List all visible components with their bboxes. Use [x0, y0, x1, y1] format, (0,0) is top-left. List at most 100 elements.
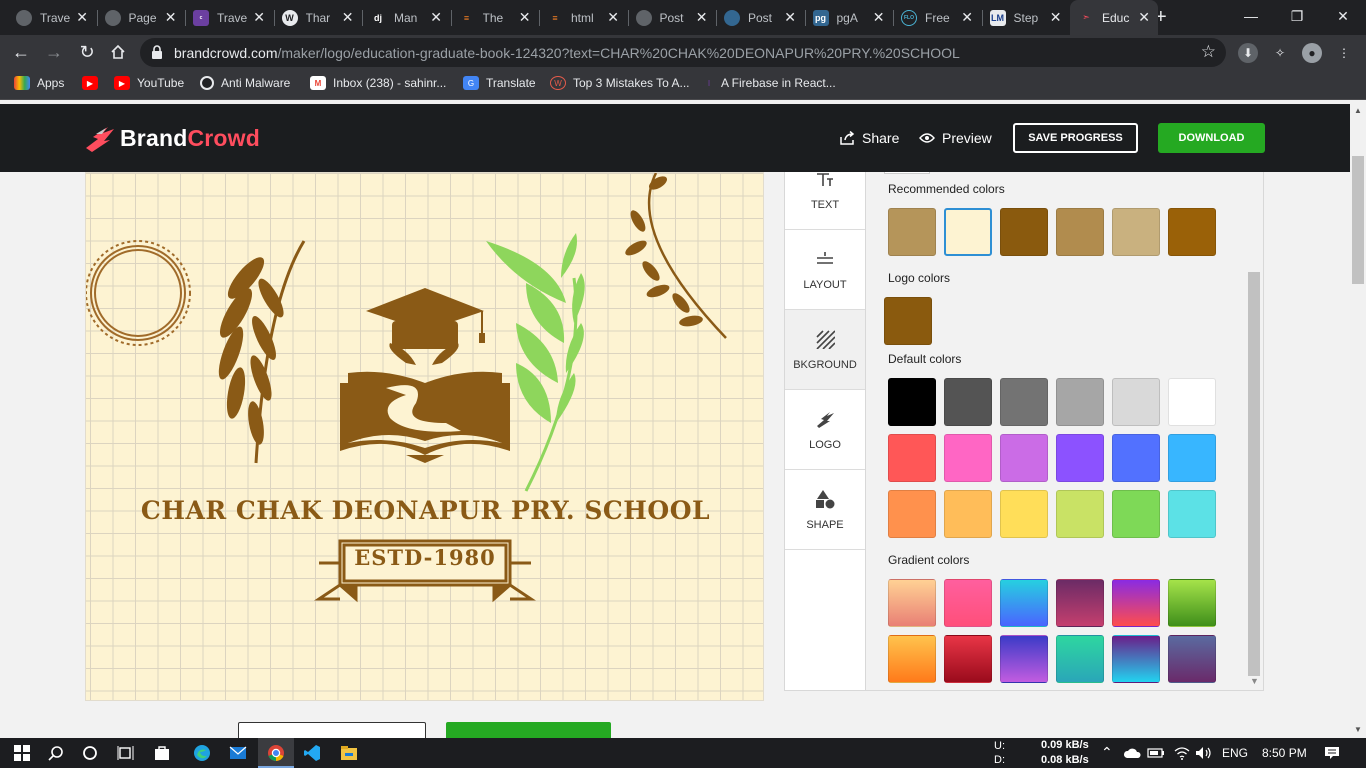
default-color-swatch[interactable]	[1112, 434, 1160, 482]
default-color-swatch[interactable]	[1168, 490, 1216, 538]
page-scrollbar[interactable]: ▲ ▼	[1350, 104, 1366, 738]
primary-action-button[interactable]	[446, 722, 611, 738]
wifi-icon[interactable]	[1170, 742, 1194, 764]
close-window-button[interactable]: ✕	[1320, 0, 1366, 32]
language-indicator[interactable]: ENG	[1222, 746, 1248, 760]
chrome-icon[interactable]	[264, 742, 288, 764]
tool-layout[interactable]: LAYOUT	[785, 230, 865, 310]
tool-logo[interactable]: LOGO	[785, 390, 865, 470]
share-button[interactable]: Share	[840, 130, 899, 146]
gradient-color-swatch[interactable]	[1056, 579, 1104, 627]
close-tab-icon[interactable]: ✕	[696, 10, 708, 24]
gradient-color-swatch[interactable]	[1056, 635, 1104, 683]
browser-tab[interactable]: dj Man ✕	[362, 0, 450, 35]
close-tab-icon[interactable]: ✕	[1138, 10, 1150, 24]
close-tab-icon[interactable]: ✕	[342, 10, 354, 24]
close-tab-icon[interactable]: ✕	[76, 10, 88, 24]
default-color-swatch[interactable]	[888, 434, 936, 482]
tool-background[interactable]: BKGROUND	[785, 310, 865, 390]
gradient-color-swatch[interactable]	[888, 579, 936, 627]
recommended-color-swatch[interactable]	[888, 208, 936, 256]
recommended-color-swatch[interactable]	[944, 208, 992, 256]
default-color-swatch[interactable]	[1000, 434, 1048, 482]
bookmark-firebase[interactable]: ⁝ A Firebase in React...	[704, 76, 836, 90]
forward-icon[interactable]: →	[43, 41, 65, 63]
battery-icon[interactable]	[1144, 742, 1168, 764]
gradient-color-swatch[interactable]	[944, 579, 992, 627]
windows-start-icon[interactable]	[10, 742, 34, 764]
browser-tab[interactable]: LM Step ✕	[982, 0, 1070, 35]
browser-tab[interactable]: ≡ html ✕	[539, 0, 627, 35]
logo-color-swatch[interactable]	[884, 297, 932, 345]
bookmark-apps[interactable]: Apps	[14, 76, 64, 90]
restore-button[interactable]: ❐	[1274, 0, 1320, 32]
address-bar[interactable]: brandcrowd.com/maker/logo/education-grad…	[140, 38, 1226, 67]
bookmark-star-icon[interactable]: ☆	[1201, 42, 1216, 62]
edge-icon[interactable]	[190, 742, 214, 764]
bookmark-translate[interactable]: G Translate	[463, 76, 536, 90]
browser-tab[interactable]: Post ✕	[628, 0, 716, 35]
scroll-up-icon[interactable]: ▲	[1354, 106, 1362, 115]
default-color-swatch[interactable]	[1000, 490, 1048, 538]
browser-tab[interactable]: W Thar ✕	[274, 0, 362, 35]
bookmark-youtube[interactable]: ▶ YouTube	[114, 76, 184, 90]
default-color-swatch[interactable]	[1168, 434, 1216, 482]
gradient-color-swatch[interactable]	[1168, 635, 1216, 683]
profile-avatar[interactable]: ●	[1302, 43, 1322, 63]
download-extension-icon[interactable]: ⬇	[1238, 43, 1258, 63]
brandcrowd-logo[interactable]: Brand Crowd	[84, 122, 260, 154]
panel-scroll-down-icon[interactable]: ▼	[1250, 676, 1259, 686]
close-tab-icon[interactable]: ✕	[253, 10, 265, 24]
close-tab-icon[interactable]: ✕	[430, 10, 442, 24]
close-tab-icon[interactable]: ✕	[961, 10, 973, 24]
gradient-color-swatch[interactable]	[944, 635, 992, 683]
store-icon[interactable]	[150, 742, 174, 764]
mail-icon[interactable]	[226, 742, 250, 764]
tool-shape[interactable]: SHAPE	[785, 470, 865, 550]
preview-button[interactable]: Preview	[919, 130, 992, 146]
bookmark-top-3-mistakes[interactable]: W Top 3 Mistakes To A...	[550, 76, 690, 90]
default-color-swatch[interactable]	[1056, 434, 1104, 482]
back-icon[interactable]: ←	[10, 41, 32, 63]
gradient-color-swatch[interactable]	[1112, 579, 1160, 627]
recommended-color-swatch[interactable]	[1168, 208, 1216, 256]
chrome-menu-icon[interactable]: ⋮	[1334, 43, 1354, 63]
default-color-swatch[interactable]	[888, 378, 936, 426]
browser-tab[interactable]: ➣ Educ ✕	[1070, 0, 1158, 35]
default-color-swatch[interactable]	[944, 378, 992, 426]
browser-tab[interactable]: Trave ✕	[8, 0, 96, 35]
close-tab-icon[interactable]: ✕	[1050, 10, 1062, 24]
browser-tab[interactable]: FLO Free ✕	[893, 0, 981, 35]
home-icon[interactable]	[107, 41, 129, 63]
close-tab-icon[interactable]: ✕	[165, 10, 177, 24]
recommended-color-swatch[interactable]	[1000, 208, 1048, 256]
tool-text[interactable]: TEXT	[785, 172, 865, 230]
volume-icon[interactable]	[1192, 742, 1216, 764]
browser-tab[interactable]: Post ✕	[716, 0, 804, 35]
vscode-icon[interactable]	[300, 742, 324, 764]
close-tab-icon[interactable]: ✕	[784, 10, 796, 24]
default-color-swatch[interactable]	[888, 490, 936, 538]
gradient-color-swatch[interactable]	[1112, 635, 1160, 683]
bookmark-anti-malware[interactable]: Anti Malware	[200, 76, 290, 90]
browser-tab[interactable]: ≡ The ✕	[451, 0, 539, 35]
default-color-swatch[interactable]	[944, 434, 992, 482]
onedrive-icon[interactable]	[1120, 742, 1144, 764]
minimize-button[interactable]: —	[1228, 0, 1274, 32]
cortana-icon[interactable]	[78, 742, 102, 764]
clock[interactable]: 8:50 PM	[1262, 746, 1307, 760]
default-color-swatch[interactable]	[1000, 378, 1048, 426]
tray-expand-icon[interactable]: ⌃	[1101, 744, 1113, 761]
scrollbar-thumb[interactable]	[1352, 156, 1364, 284]
recommended-color-swatch[interactable]	[1112, 208, 1160, 256]
scroll-down-icon[interactable]: ▼	[1354, 725, 1362, 734]
default-color-swatch[interactable]	[1112, 378, 1160, 426]
estd-text[interactable]: ESTD-1980	[340, 545, 510, 570]
default-color-swatch[interactable]	[1056, 490, 1104, 538]
school-name-text[interactable]: CHAR CHAK DEONAPUR PRY. SCHOOL	[86, 496, 765, 525]
gradient-color-swatch[interactable]	[1000, 635, 1048, 683]
file-explorer-icon[interactable]	[337, 742, 361, 764]
close-tab-icon[interactable]: ✕	[519, 10, 531, 24]
download-button[interactable]: DOWNLOAD	[1158, 123, 1265, 153]
bookmark-youtube-icon-only[interactable]: ▶	[82, 76, 105, 90]
